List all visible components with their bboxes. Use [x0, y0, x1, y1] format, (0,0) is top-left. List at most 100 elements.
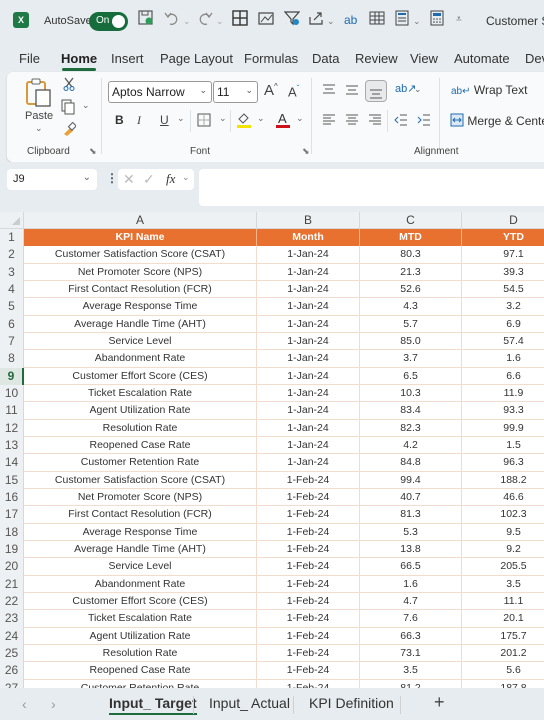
tab-formulas[interactable]: Formulas — [244, 51, 298, 66]
cell[interactable]: Agent Utilization Rate — [24, 627, 257, 645]
fx-dropdown-icon[interactable]: ⌄ — [182, 172, 190, 183]
redo-icon[interactable] — [197, 10, 213, 30]
grow-font-button[interactable]: A^ — [264, 82, 278, 99]
copy-icon[interactable] — [61, 99, 75, 118]
format-painter-icon[interactable] — [62, 121, 77, 139]
cell[interactable]: 82.3 — [360, 419, 462, 437]
row-number[interactable]: 3 — [0, 263, 24, 281]
tab-view[interactable]: View — [410, 51, 438, 66]
borders-dropdown-icon[interactable]: ⌄ — [219, 113, 227, 124]
redo-dropdown-icon[interactable]: ⌄ — [216, 16, 224, 27]
row-number[interactable]: 2 — [0, 246, 24, 264]
column-header-d[interactable]: D — [462, 212, 544, 229]
italic-button[interactable]: I — [137, 113, 141, 128]
cell[interactable]: 1-Feb-24 — [257, 627, 360, 645]
row-number[interactable]: 12 — [0, 419, 24, 437]
wrap-text-button[interactable]: ab↵ Wrap Text — [451, 83, 527, 97]
cell[interactable]: 54.5 — [462, 281, 544, 299]
undo-icon[interactable] — [164, 10, 180, 30]
cell[interactable]: 3.5 — [462, 576, 544, 593]
sheet-tab-kpi-definition[interactable]: KPI Definition — [309, 695, 394, 711]
cell[interactable]: First Contact Resolution (FCR) — [24, 280, 257, 299]
cell[interactable]: 81.2 — [360, 679, 462, 688]
cell[interactable]: 1-Jan-24 — [257, 350, 360, 368]
cell[interactable]: 1-Feb-24 — [257, 540, 360, 559]
cell[interactable]: Abandonment Rate — [24, 575, 257, 593]
cell[interactable]: 10.3 — [360, 384, 462, 403]
cell[interactable]: 9.2 — [462, 541, 544, 559]
cell[interactable]: 5.3 — [360, 523, 462, 541]
cell[interactable]: 187.8 — [462, 680, 544, 688]
column-header-a[interactable]: A — [24, 212, 257, 229]
save-icon[interactable] — [138, 10, 154, 30]
header-cell[interactable]: YTD — [462, 229, 544, 247]
align-top-icon[interactable] — [322, 84, 336, 99]
cell[interactable]: 1-Jan-24 — [257, 367, 360, 385]
cell[interactable]: 1-Feb-24 — [257, 662, 360, 680]
row-number[interactable]: 1 — [0, 229, 24, 247]
font-color-button[interactable]: A — [275, 111, 291, 132]
cell[interactable]: 175.7 — [462, 628, 544, 645]
cell[interactable]: Abandonment Rate — [24, 350, 257, 368]
align-right-icon[interactable] — [368, 114, 382, 129]
insert-function-button[interactable]: fx — [166, 171, 175, 187]
tab-review[interactable]: Review — [355, 51, 398, 66]
cell[interactable]: 1-Feb-24 — [257, 592, 360, 611]
paste-dropdown-icon[interactable]: ⌄ — [35, 123, 43, 134]
decrease-indent-icon[interactable] — [394, 114, 408, 129]
paste-label[interactable]: Paste — [25, 110, 53, 122]
undo-dropdown-icon[interactable]: ⌄ — [183, 16, 191, 27]
row-number[interactable]: 7 — [0, 332, 24, 351]
cell[interactable]: 7.6 — [360, 610, 462, 628]
cell[interactable]: 1-Jan-24 — [257, 315, 360, 333]
cell[interactable]: 96.3 — [462, 454, 544, 472]
cell[interactable]: 6.5 — [360, 367, 462, 385]
cell[interactable]: Reopened Case Rate — [24, 436, 257, 455]
share-icon[interactable] — [308, 10, 324, 30]
row-number[interactable]: 22 — [0, 592, 24, 611]
shrink-font-button[interactable]: Aˇ — [288, 84, 299, 99]
camera-icon[interactable] — [258, 10, 274, 30]
tab-insert[interactable]: Insert — [111, 51, 144, 66]
formula-input[interactable] — [199, 169, 544, 206]
customize-qat-icon[interactable]: ⩡ — [456, 14, 462, 25]
cell[interactable]: 83.4 — [360, 402, 462, 420]
cell[interactable]: 1.6 — [360, 575, 462, 593]
cell[interactable]: Average Handle Time (AHT) — [24, 315, 257, 333]
cell[interactable]: Average Response Time — [24, 523, 257, 541]
font-size-select[interactable]: 11 ⌄ — [213, 81, 258, 103]
clipboard-launcher-icon[interactable]: ⬊ — [89, 146, 97, 157]
orientation-dropdown-icon[interactable]: ⌄ — [414, 84, 422, 95]
font-color-dropdown-icon[interactable]: ⌄ — [296, 113, 304, 124]
cell[interactable]: Customer Effort Score (CES) — [24, 367, 257, 385]
borders-button[interactable] — [197, 113, 211, 130]
tab-page-layout[interactable]: Page Layout — [160, 51, 233, 66]
row-number[interactable]: 20 — [0, 558, 24, 576]
row-number[interactable]: 23 — [0, 610, 24, 628]
row-number[interactable]: 18 — [0, 523, 24, 541]
cell[interactable]: 1-Jan-24 — [257, 419, 360, 437]
cell[interactable]: 6.6 — [462, 368, 544, 385]
cell[interactable]: 1-Jan-24 — [257, 332, 360, 351]
column-header-c[interactable]: C — [360, 212, 462, 229]
next-sheet-icon[interactable]: › — [51, 696, 56, 712]
cell[interactable]: 52.6 — [360, 280, 462, 299]
cell[interactable]: 1-Jan-24 — [257, 246, 360, 264]
cell[interactable]: First Contact Resolution (FCR) — [24, 506, 257, 524]
cell[interactable]: 1-Jan-24 — [257, 298, 360, 316]
cell[interactable]: 1-Feb-24 — [257, 679, 360, 688]
sheet-tab-input-target[interactable]: Input_ Target — [109, 695, 197, 715]
merge-center-button[interactable]: Merge & Center — [450, 113, 544, 128]
sheet-tab-input-actual[interactable]: Input_ Actual — [209, 695, 290, 711]
cell[interactable]: 80.3 — [360, 246, 462, 264]
row-number[interactable]: 9 — [0, 367, 24, 385]
cell[interactable]: 1-Jan-24 — [257, 454, 360, 472]
underline-dropdown-icon[interactable]: ⌄ — [177, 113, 185, 124]
cell[interactable]: Customer Retention Rate — [24, 679, 257, 688]
cell[interactable]: Customer Retention Rate — [24, 454, 257, 472]
row-number[interactable]: 24 — [0, 627, 24, 645]
cell[interactable]: 11.9 — [462, 385, 544, 403]
cell[interactable]: Service Level — [24, 558, 257, 576]
cell[interactable]: 99.9 — [462, 420, 544, 437]
cell[interactable]: 1-Jan-24 — [257, 384, 360, 403]
